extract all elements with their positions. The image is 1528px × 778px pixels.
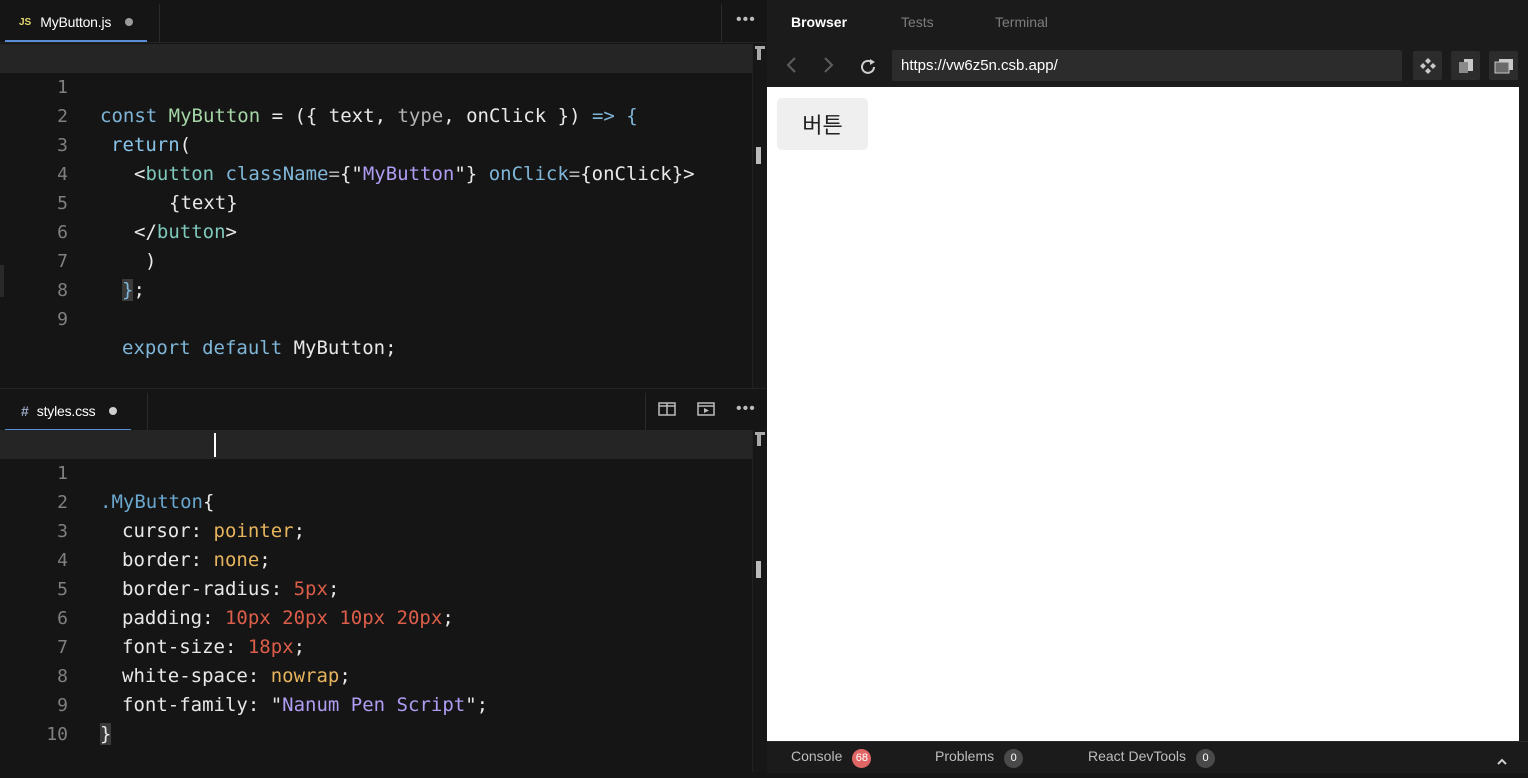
chevron-up-icon[interactable]	[1496, 752, 1508, 768]
problems-count-badge: 0	[1004, 749, 1024, 768]
tab-divider	[147, 393, 148, 431]
more-horizontal-icon[interactable]: •••	[736, 11, 756, 29]
code-line: 3 border: none;	[0, 488, 766, 571]
tab-label: MyButton.js	[40, 14, 112, 30]
tab-mybutton-js[interactable]: JS MyButton.js	[5, 4, 148, 42]
tab-divider	[645, 393, 646, 431]
codesandbox-icon[interactable]	[1413, 51, 1442, 80]
code-line: 2 cursor: pointer;	[0, 459, 766, 542]
unsaved-dot-icon[interactable]	[125, 18, 134, 26]
preview-viewport: 버튼	[767, 87, 1519, 741]
code-line: 7 };	[0, 218, 766, 301]
code-line: 6 font-size: 18px;	[0, 575, 766, 658]
scroll-thumb[interactable]	[756, 147, 761, 164]
editor-scrollbar[interactable]	[752, 430, 767, 772]
tab-styles-css[interactable]: # styles.css	[5, 393, 132, 431]
open-new-window-icon[interactable]	[1451, 51, 1480, 80]
tab-divider	[159, 4, 160, 42]
devtools-count-badge: 0	[1196, 749, 1216, 768]
more-horizontal-icon[interactable]: •••	[736, 400, 756, 418]
code-text: }	[100, 723, 112, 745]
tab-browser[interactable]: Browser	[791, 14, 847, 30]
code-line: 9 }	[0, 662, 766, 745]
code-line: 4 {text}	[0, 131, 766, 214]
tab-label: styles.css	[36, 403, 96, 419]
devtools-label: React DevTools	[1088, 748, 1187, 764]
tab-tests[interactable]: Tests	[901, 14, 934, 30]
preview-scrollbar[interactable]	[1519, 87, 1528, 741]
line-number: 10	[46, 724, 68, 745]
console-label: Console	[791, 748, 843, 764]
open-preview-icon[interactable]	[697, 402, 715, 419]
forward-arrow-icon[interactable]	[823, 54, 835, 80]
css-file-icon: #	[21, 403, 29, 419]
code-line: 1 const MyButton = ({ text, type, onClic…	[0, 44, 752, 127]
scroll-marker	[757, 432, 761, 446]
react-devtools-tab[interactable]: React DevTools 0	[1088, 748, 1216, 768]
editor-tabbar-top: JS MyButton.js •••	[0, 0, 766, 43]
code-line: 6 )	[0, 189, 766, 272]
problems-tab[interactable]: Problems 0	[935, 748, 1024, 768]
code-line: 7 white-space: nowrap;	[0, 604, 766, 687]
text-cursor	[214, 433, 216, 457]
editor-tabbar-bottom: # styles.css •••	[0, 388, 766, 432]
panel-resize-handle[interactable]	[0, 265, 4, 297]
split-editor-icon[interactable]	[658, 402, 676, 419]
unsaved-dot-icon[interactable]	[109, 407, 118, 415]
preview-button[interactable]: 버튼	[777, 98, 868, 150]
line-number: 9	[57, 309, 68, 330]
code-line: 9 export default MyButton;	[0, 276, 766, 359]
code-line: 5 </button>	[0, 160, 766, 243]
editor-scrollbar[interactable]	[752, 44, 767, 388]
code-line: 8 font-family: "Nanum Pen Script";	[0, 633, 766, 716]
refresh-icon[interactable]	[859, 56, 877, 82]
scroll-thumb[interactable]	[756, 561, 761, 578]
url-input[interactable]: https://vw6z5n.csb.app/	[892, 50, 1402, 81]
code-line: 5 padding: 10px 20px 10px 20px;	[0, 546, 766, 629]
js-file-icon: JS	[19, 16, 32, 28]
code-line: 2 return(	[0, 73, 766, 156]
browser-panel: Browser Tests Terminal https://vw6z5n.cs…	[767, 0, 1528, 773]
code-line: 1 .MyButton{	[0, 430, 766, 513]
code-text: export default MyButton;	[122, 337, 397, 359]
tab-divider	[721, 4, 722, 42]
editor-area: JS MyButton.js ••• 1 const MyButton = ({…	[0, 0, 767, 772]
problems-label: Problems	[935, 748, 995, 764]
devtools-bar: Console 68 Problems 0 React DevTools 0	[767, 741, 1528, 773]
console-tab[interactable]: Console 68	[791, 748, 872, 768]
tab-terminal[interactable]: Terminal	[995, 14, 1048, 30]
open-in-new-tab-icon[interactable]	[1489, 51, 1518, 80]
scroll-marker	[757, 46, 761, 60]
console-count-badge: 68	[852, 749, 872, 768]
code-line: 4 border-radius: 5px;	[0, 517, 766, 600]
code-line: 10	[0, 691, 766, 745]
code-line: 3 <button className={"MyButton"} onClick…	[0, 102, 766, 185]
code-line: 8	[0, 247, 766, 301]
back-arrow-icon[interactable]	[785, 54, 797, 80]
